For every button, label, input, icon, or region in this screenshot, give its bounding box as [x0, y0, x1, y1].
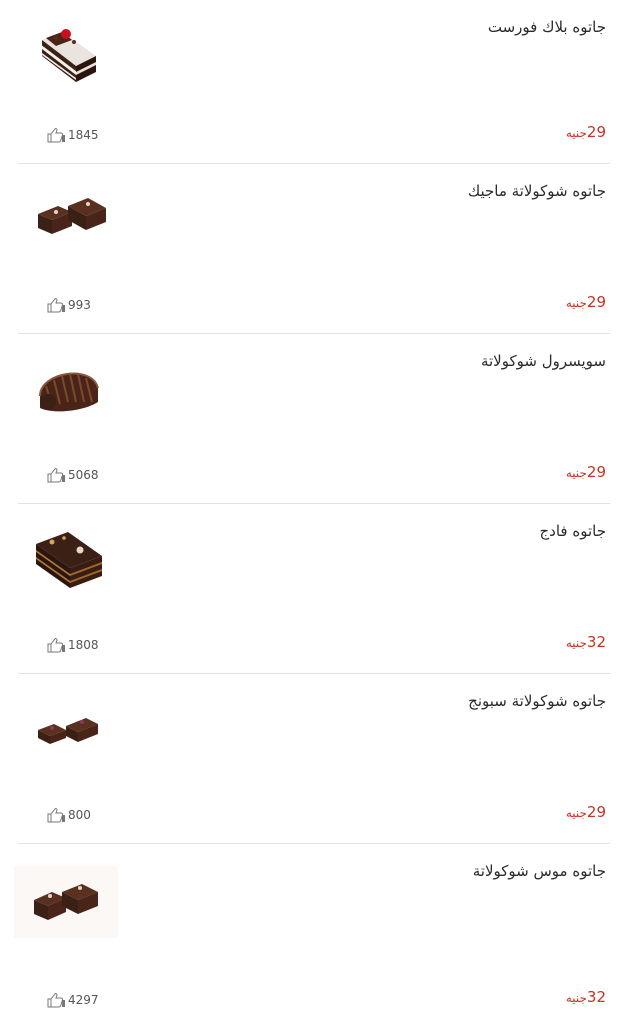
likes-count: 800 — [68, 808, 91, 822]
fudge-cake-icon[interactable] — [32, 526, 112, 592]
product-price: 32جنيه — [565, 633, 606, 651]
product-price: 29جنيه — [565, 803, 606, 821]
list-item[interactable]: جاتوه شوكولاتة ماجيك 29جنيه 993 — [18, 164, 610, 334]
product-price: 29جنيه — [565, 463, 606, 481]
likes-counter[interactable]: 1845 — [46, 127, 99, 143]
list-item[interactable]: سويسرول شوكولاتة 29جنيه 5068 — [18, 334, 610, 504]
product-list: جاتوه بلاك فورست 29جنيه 1845 جاتوه شوكول… — [14, 0, 610, 1014]
product-title[interactable]: جاتوه بلاك فورست — [488, 18, 606, 36]
thumbs-up-icon[interactable] — [46, 467, 66, 483]
chocolate-magic-cake-icon[interactable] — [32, 186, 112, 252]
product-title[interactable]: جاتوه فادج — [540, 522, 607, 540]
likes-count: 1808 — [68, 638, 99, 652]
chocolate-mousse-cake-icon[interactable] — [14, 866, 118, 938]
list-item[interactable]: جاتوه فادج 32جنيه 1808 — [18, 504, 610, 674]
chocolate-sponge-cake-icon[interactable] — [32, 696, 112, 762]
likes-counter[interactable]: 800 — [46, 807, 91, 823]
product-title[interactable]: جاتوه موس شوكولاتة — [473, 862, 606, 880]
likes-counter[interactable]: 1808 — [46, 637, 99, 653]
likes-count: 993 — [68, 298, 91, 312]
product-title[interactable]: سويسرول شوكولاتة — [481, 352, 606, 370]
product-price: 29جنيه — [565, 123, 606, 141]
product-price: 29جنيه — [565, 293, 606, 311]
black-forest-cake-icon[interactable] — [32, 22, 112, 88]
thumbs-up-icon[interactable] — [46, 637, 66, 653]
list-item[interactable]: جاتوه شوكولاتة سبونج 29جنيه 800 — [18, 674, 610, 844]
thumbs-up-icon[interactable] — [46, 297, 66, 313]
thumbs-up-icon[interactable] — [46, 807, 66, 823]
product-title[interactable]: جاتوه شوكولاتة سبونج — [468, 692, 606, 710]
thumbs-up-icon[interactable] — [46, 127, 66, 143]
likes-count: 5068 — [68, 468, 99, 482]
thumbs-up-icon[interactable] — [46, 992, 66, 1008]
swiss-roll-icon[interactable] — [32, 356, 112, 422]
likes-counter[interactable]: 5068 — [46, 467, 99, 483]
list-item[interactable]: جاتوه بلاك فورست 29جنيه 1845 — [18, 0, 610, 164]
list-item[interactable]: جاتوه موس شوكولاتة 32جنيه 4297 — [14, 844, 610, 1014]
likes-counter[interactable]: 993 — [46, 297, 91, 313]
likes-counter[interactable]: 4297 — [46, 992, 99, 1008]
likes-count: 1845 — [68, 128, 99, 142]
product-title[interactable]: جاتوه شوكولاتة ماجيك — [468, 182, 606, 200]
product-price: 32جنيه — [565, 988, 606, 1006]
likes-count: 4297 — [68, 993, 99, 1007]
